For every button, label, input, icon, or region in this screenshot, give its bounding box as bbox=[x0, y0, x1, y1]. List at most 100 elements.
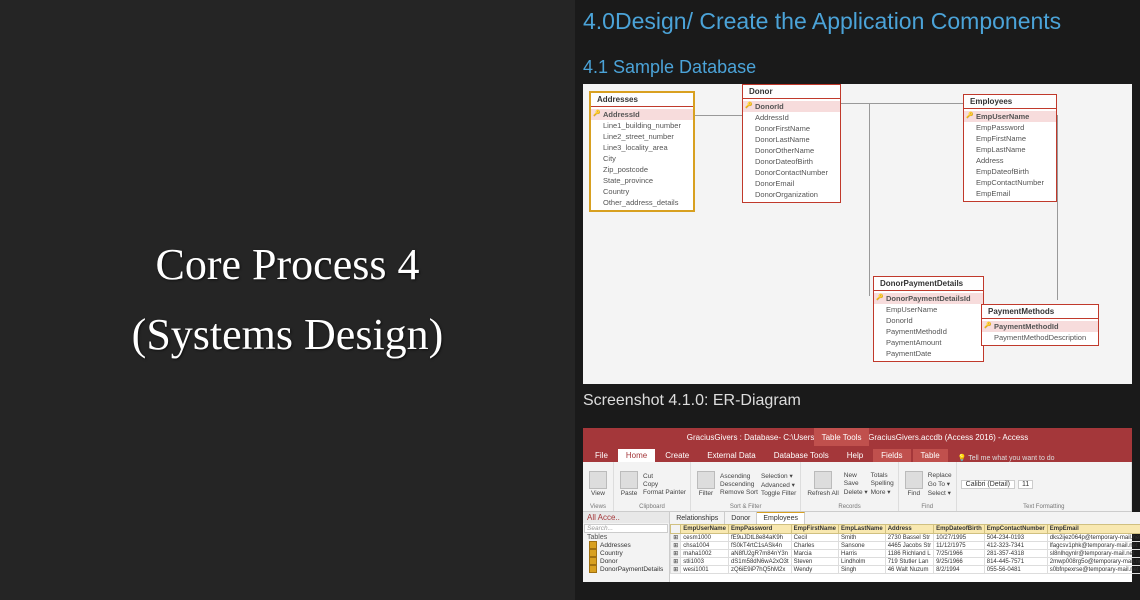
cell[interactable]: 281-357-4318 bbox=[984, 550, 1047, 558]
cell[interactable]: fE9uJDtL8e84aK9h bbox=[728, 534, 791, 542]
table-row[interactable]: ⊞cesm1000fE9uJDtL8e84aK9hCecilSmith2730 … bbox=[671, 534, 1140, 542]
cell[interactable]: Singh bbox=[839, 566, 886, 574]
refresh-all-button[interactable]: Refresh All bbox=[805, 471, 840, 497]
tab-employees[interactable]: Employees bbox=[757, 512, 805, 524]
cell[interactable]: 504-234-0193 bbox=[984, 534, 1047, 542]
col-header[interactable]: EmpUserName bbox=[681, 525, 729, 534]
cell[interactable]: Wendy bbox=[791, 566, 838, 574]
col-header[interactable]: Address bbox=[885, 525, 933, 534]
ribbon-tab-create[interactable]: Create bbox=[657, 449, 697, 462]
nav-pane-header[interactable]: All Acce.. bbox=[583, 512, 669, 523]
more-records-button[interactable]: More ▾ bbox=[871, 488, 894, 496]
filter-button[interactable]: Filter bbox=[695, 471, 717, 497]
tell-me-search[interactable]: 💡 Tell me what you want to do bbox=[958, 454, 1055, 462]
totals-button[interactable]: Totals bbox=[871, 472, 894, 479]
spelling-button[interactable]: Spelling bbox=[871, 480, 894, 487]
cell[interactable]: 11/12/1975 bbox=[934, 542, 985, 550]
cell[interactable]: 055-56-0481 bbox=[984, 566, 1047, 574]
cell[interactable]: Sansone bbox=[839, 542, 886, 550]
new-record-button[interactable]: New bbox=[844, 472, 868, 479]
nav-item-addresses[interactable]: Addresses bbox=[583, 541, 669, 549]
table-row[interactable]: ⊞chsa1004fS0kT4rtC1sASk4nCharlesSansone4… bbox=[671, 542, 1140, 550]
col-header[interactable]: EmpLastName bbox=[839, 525, 886, 534]
ribbon-tab-external-data[interactable]: External Data bbox=[699, 449, 763, 462]
cell[interactable]: dS1m58dN6wA2xO3t bbox=[728, 558, 791, 566]
toggle-filter-button[interactable]: Toggle Filter bbox=[761, 490, 796, 497]
cell[interactable]: Cecil bbox=[791, 534, 838, 542]
cell[interactable]: 2mwp008rg5o@temporary-mail.net bbox=[1047, 558, 1140, 566]
cell[interactable]: 2730 Bassel Str bbox=[885, 534, 933, 542]
col-header[interactable]: EmpContactNumber bbox=[984, 525, 1047, 534]
col-header[interactable]: EmpEmail bbox=[1047, 525, 1140, 534]
cell[interactable]: Steven bbox=[791, 558, 838, 566]
copy-button[interactable]: Copy bbox=[643, 481, 686, 488]
cell[interactable]: Lindholm bbox=[839, 558, 886, 566]
nav-item-donor[interactable]: Donor bbox=[583, 557, 669, 565]
cell[interactable]: 814-445-7571 bbox=[984, 558, 1047, 566]
cell[interactable]: dks2ijez064p@temporary-mail.net bbox=[1047, 534, 1140, 542]
cell[interactable]: 7/25/1966 bbox=[934, 550, 985, 558]
remove-sort-button[interactable]: Remove Sort bbox=[720, 489, 758, 496]
table-row[interactable]: ⊞stli1003dS1m58dN6wA2xO3tStevenLindholm7… bbox=[671, 558, 1140, 566]
delete-record-button[interactable]: Delete ▾ bbox=[844, 488, 868, 496]
cell[interactable]: fS0kT4rtC1sASk4n bbox=[728, 542, 791, 550]
cut-button[interactable]: Cut bbox=[643, 473, 686, 480]
select-button[interactable]: Select ▾ bbox=[928, 489, 952, 497]
tab-relationships[interactable]: Relationships bbox=[670, 512, 725, 524]
font-selector[interactable]: Calibri (Detail) bbox=[961, 480, 1015, 489]
table-row[interactable]: ⊞wesi1001zQ6iE9iP7hQ5hM2xWendySingh46 Wa… bbox=[671, 566, 1140, 574]
advanced-button[interactable]: Advanced ▾ bbox=[761, 481, 796, 489]
row-selector[interactable]: ⊞ bbox=[671, 550, 681, 558]
cell[interactable]: aN8fU2gR7m84nY3n bbox=[728, 550, 791, 558]
ribbon-tab-home[interactable]: Home bbox=[618, 449, 655, 462]
save-record-button[interactable]: Save bbox=[844, 480, 868, 487]
cell[interactable]: sl8nlhqynlr@temporary-mail.net bbox=[1047, 550, 1140, 558]
format-painter-button[interactable]: Format Painter bbox=[643, 489, 686, 496]
cell[interactable]: 719 Stutler Lan bbox=[885, 558, 933, 566]
cell[interactable]: stli1003 bbox=[681, 558, 729, 566]
cell[interactable]: zQ6iE9iP7hQ5hM2x bbox=[728, 566, 791, 574]
cell[interactable]: 8/2/1994 bbox=[934, 566, 985, 574]
cell[interactable]: cesm1000 bbox=[681, 534, 729, 542]
ribbon-tab-file[interactable]: File bbox=[587, 449, 616, 462]
ascending-button[interactable]: Ascending bbox=[720, 473, 758, 480]
tab-donor[interactable]: Donor bbox=[725, 512, 757, 524]
cell[interactable]: Smith bbox=[839, 534, 886, 542]
cell[interactable]: 412-323-7341 bbox=[984, 542, 1047, 550]
nav-search-input[interactable]: Search... bbox=[584, 524, 668, 533]
cell[interactable]: s0bfnpexrse@temporary-mail.net bbox=[1047, 566, 1140, 574]
row-selector[interactable]: ⊞ bbox=[671, 566, 681, 574]
cell[interactable]: wesi1001 bbox=[681, 566, 729, 574]
cell[interactable]: 4465 Jacobs Str bbox=[885, 542, 933, 550]
cell[interactable]: 46 Walt Nuzum bbox=[885, 566, 933, 574]
cell[interactable]: maha1002 bbox=[681, 550, 729, 558]
row-selector[interactable]: ⊞ bbox=[671, 558, 681, 566]
cell[interactable]: chsa1004 bbox=[681, 542, 729, 550]
ribbon-tab-fields[interactable]: Fields bbox=[873, 449, 910, 462]
font-size-selector[interactable]: 11 bbox=[1018, 480, 1033, 489]
ribbon-tab-table[interactable]: Table bbox=[913, 449, 948, 462]
datasheet[interactable]: EmpUserName EmpPassword EmpFirstName Emp… bbox=[670, 524, 1140, 582]
col-header[interactable]: EmpPassword bbox=[728, 525, 791, 534]
cell[interactable]: Marcia bbox=[791, 550, 838, 558]
cell[interactable]: Harris bbox=[839, 550, 886, 558]
col-header[interactable]: EmpDateofBirth bbox=[934, 525, 985, 534]
cell[interactable]: 1186 Richland L bbox=[885, 550, 933, 558]
nav-item-donorpaymentdetails[interactable]: DonorPaymentDetails bbox=[583, 565, 669, 573]
row-selector-header[interactable] bbox=[671, 525, 681, 534]
selection-button[interactable]: Selection ▾ bbox=[761, 472, 796, 480]
paste-button[interactable]: Paste bbox=[618, 471, 640, 497]
row-selector[interactable]: ⊞ bbox=[671, 534, 681, 542]
descending-button[interactable]: Descending bbox=[720, 481, 758, 488]
ribbon-tab-help[interactable]: Help bbox=[839, 449, 871, 462]
nav-item-country[interactable]: Country bbox=[583, 549, 669, 557]
ribbon-tab-database-tools[interactable]: Database Tools bbox=[766, 449, 837, 462]
table-row[interactable]: ⊞maha1002aN8fU2gR7m84nY3nMarciaHarris118… bbox=[671, 550, 1140, 558]
goto-button[interactable]: Go To ▾ bbox=[928, 480, 952, 488]
replace-button[interactable]: Replace bbox=[928, 472, 952, 479]
cell[interactable]: 10/27/1995 bbox=[934, 534, 985, 542]
cell[interactable]: lfagcsv1phk@temporary-mail.net bbox=[1047, 542, 1140, 550]
cell[interactable]: Charles bbox=[791, 542, 838, 550]
col-header[interactable]: EmpFirstName bbox=[791, 525, 838, 534]
cell[interactable]: 9/25/1966 bbox=[934, 558, 985, 566]
